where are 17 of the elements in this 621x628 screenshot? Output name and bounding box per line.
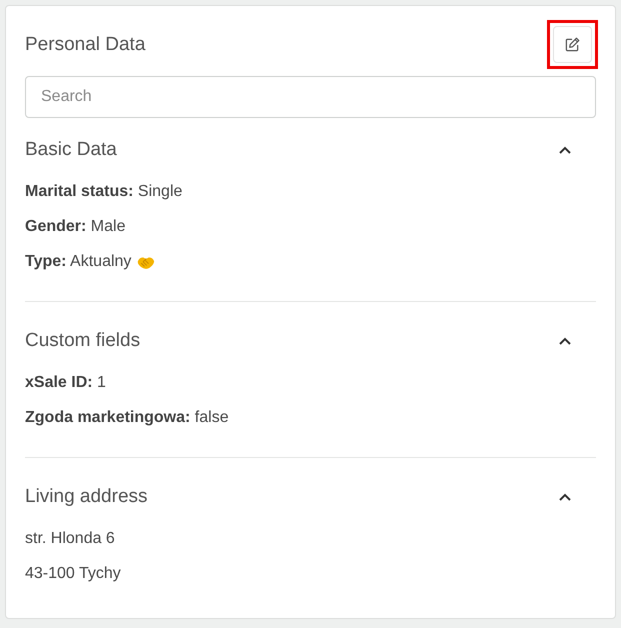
address-line: str. Hlonda 6 <box>25 529 115 549</box>
chevron-up-icon[interactable] <box>559 493 571 501</box>
address-line: 43-100 Tychy <box>25 564 121 584</box>
field-text: Zgoda marketingowa: false <box>25 408 229 428</box>
section-title: Basic Data <box>25 138 117 162</box>
edit-icon <box>565 37 580 52</box>
chevron-up-icon[interactable] <box>559 146 571 154</box>
edit-button[interactable] <box>553 26 592 63</box>
field-text: Marital status: Single <box>25 182 182 202</box>
field-text: xSale ID: 1 <box>25 373 106 393</box>
search-field[interactable]: Search <box>25 76 596 118</box>
card-title: Personal Data <box>25 32 146 56</box>
field-text: Gender: Male <box>25 217 126 237</box>
section-title: Custom fields <box>25 329 140 353</box>
field-text: Type: Aktualny <box>25 252 132 272</box>
chevron-up-icon[interactable] <box>559 337 571 345</box>
section-title: Living address <box>25 485 148 509</box>
